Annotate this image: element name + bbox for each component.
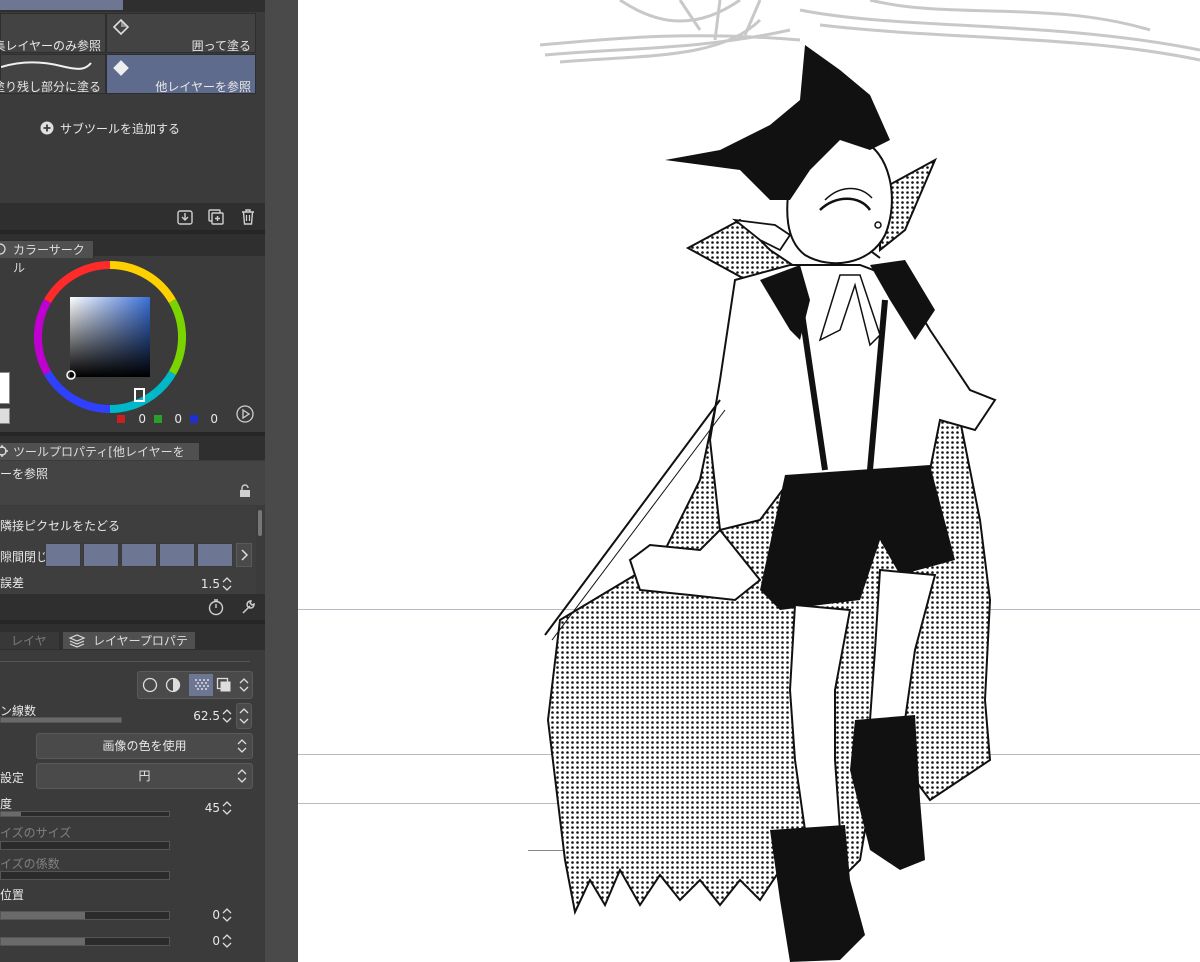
artwork-illustration [539, 0, 1200, 962]
trash-icon[interactable] [239, 208, 257, 226]
tab-color-circle[interactable]: カラーサークル [0, 240, 94, 275]
dot-shape-dropdown[interactable]: 円 [36, 763, 253, 789]
position-x-slider[interactable] [0, 911, 170, 920]
close-gap-option[interactable] [121, 543, 157, 567]
position-y-value[interactable]: 0 [205, 934, 220, 948]
tool-name: ーを参照 [0, 467, 49, 481]
noise-factor-label: イズの係数 [0, 857, 60, 871]
tool-property-icon [0, 445, 8, 457]
close-gap-option[interactable] [45, 543, 81, 567]
close-gap-label: 隙間閉じ [0, 550, 49, 564]
chevron-updown-icon [239, 708, 249, 724]
chevron-updown-icon [237, 769, 247, 783]
plus-circle-icon [40, 121, 54, 135]
duplicate-icon[interactable] [207, 208, 225, 226]
tolerance-value[interactable]: 1.5 [190, 577, 220, 591]
tool-property-scrollbar[interactable] [258, 510, 262, 536]
color-wheel[interactable] [34, 261, 186, 413]
circle-outline-icon[interactable] [142, 677, 158, 693]
tone-circle-icon[interactable] [165, 677, 181, 693]
subtool-row: 集レイヤーのみ参照 囲って塗る [0, 13, 265, 53]
fill-bucket-icon [112, 18, 130, 36]
screen-lines-stepper-icon[interactable] [221, 708, 233, 724]
position-y-stepper-icon[interactable] [221, 933, 233, 949]
red-value: 0 [138, 412, 146, 426]
subtool-selected-top[interactable] [0, 0, 123, 10]
position-x-value[interactable]: 0 [205, 908, 220, 922]
wrench-icon[interactable] [239, 598, 257, 616]
main-color-swatch[interactable] [0, 372, 10, 404]
position-label: 位置 [0, 888, 25, 902]
close-gap-option[interactable] [159, 543, 195, 567]
tab-layer[interactable]: レイヤー [0, 631, 60, 666]
chevron-updown-icon[interactable] [238, 676, 250, 694]
dot-shape-value: 円 [138, 769, 151, 783]
subtool-label: 塗り残し部分に塗る [0, 80, 101, 94]
color-circle-tab-icon [0, 243, 6, 255]
tolerance-label: 誤差 [0, 576, 25, 590]
add-subtool-button[interactable]: サブツールを追加する [40, 119, 200, 137]
dot-pattern-icon [195, 679, 209, 690]
add-subtool-label: サブツールを追加する [60, 122, 181, 136]
panel-scroll-gutter[interactable] [265, 0, 298, 962]
angle-value[interactable]: 45 [195, 801, 220, 815]
slider-fill [1, 938, 85, 945]
setting-label: 設定 [0, 771, 25, 785]
tone-button-selected[interactable] [189, 674, 213, 696]
noise-size-label: イズのサイズ [0, 826, 72, 840]
blue-value: 0 [210, 412, 218, 426]
chevron-right-icon [241, 549, 249, 561]
screen-lines-menu-button[interactable] [236, 703, 252, 729]
green-value: 0 [174, 412, 182, 426]
position-x-stepper-icon[interactable] [221, 907, 233, 923]
effect-buttons [137, 671, 253, 699]
slider-fill [1, 812, 22, 816]
subtool-footer [0, 203, 265, 230]
fill-bucket-icon [113, 60, 129, 76]
lock-icon[interactable] [238, 484, 252, 498]
screen-lines-value[interactable]: 62.5 [185, 709, 220, 723]
subtool-item-refer-other-layer[interactable]: 他レイヤーを参照 [106, 54, 256, 94]
tab-tool-property[interactable]: ツールプロパティ[他レイヤーを参照] [0, 442, 200, 477]
play-circle-icon[interactable] [236, 405, 254, 423]
slider-fill [1, 718, 121, 722]
close-gap-option[interactable] [83, 543, 119, 567]
tool-property-footer [0, 594, 265, 620]
panel-divider-line [0, 661, 250, 662]
close-gap-selector[interactable] [45, 543, 235, 567]
noise-factor-slider [0, 871, 170, 880]
angle-slider[interactable] [0, 811, 170, 817]
subtool-item-fill-gaps[interactable]: 塗り残し部分に塗る [0, 54, 106, 94]
color-mode-dropdown[interactable]: 画像の色を使用 [36, 733, 253, 759]
screen-lines-slider[interactable] [0, 717, 122, 723]
brush-stroke-icon [1, 61, 92, 70]
close-gap-next-button[interactable] [236, 543, 252, 567]
position-y-slider[interactable] [0, 937, 170, 946]
close-gap-option[interactable] [197, 543, 233, 567]
left-panel: 集レイヤーのみ参照 囲って塗る 塗り残し部分に塗る 他レイヤーを参照 サブツール… [0, 0, 265, 962]
timer-icon[interactable] [207, 598, 225, 616]
red-channel-swatch [117, 415, 125, 423]
color-mode-value: 画像の色を使用 [102, 739, 187, 753]
subtool-row: 塗り残し部分に塗る 他レイヤーを参照 [0, 54, 265, 94]
blue-channel-swatch [190, 415, 198, 423]
layer-color-icon[interactable] [216, 677, 232, 693]
adjacent-pixels-label: 隣接ピクセルをたどる [0, 519, 121, 533]
subtool-label: 集レイヤーのみ参照 [0, 39, 101, 53]
drawing-canvas[interactable] [298, 0, 1200, 962]
subtool-label: 囲って塗る [191, 39, 251, 53]
subtool-item-edit-layer[interactable]: 集レイヤーのみ参照 [0, 13, 106, 53]
subtool-label: 他レイヤーを参照 [155, 80, 251, 94]
angle-label: 度 [0, 797, 13, 811]
green-channel-swatch [154, 415, 162, 423]
slider-fill [1, 912, 85, 919]
sub-color-swatch[interactable] [0, 408, 10, 424]
chevron-updown-icon [237, 739, 247, 753]
angle-stepper-icon[interactable] [221, 800, 233, 816]
subtool-item-enclose-fill[interactable]: 囲って塗る [106, 13, 256, 53]
noise-size-slider [0, 841, 170, 850]
copy-down-icon[interactable] [176, 208, 194, 226]
layer-property-icon [68, 634, 86, 648]
tolerance-stepper-icon[interactable] [221, 576, 233, 592]
